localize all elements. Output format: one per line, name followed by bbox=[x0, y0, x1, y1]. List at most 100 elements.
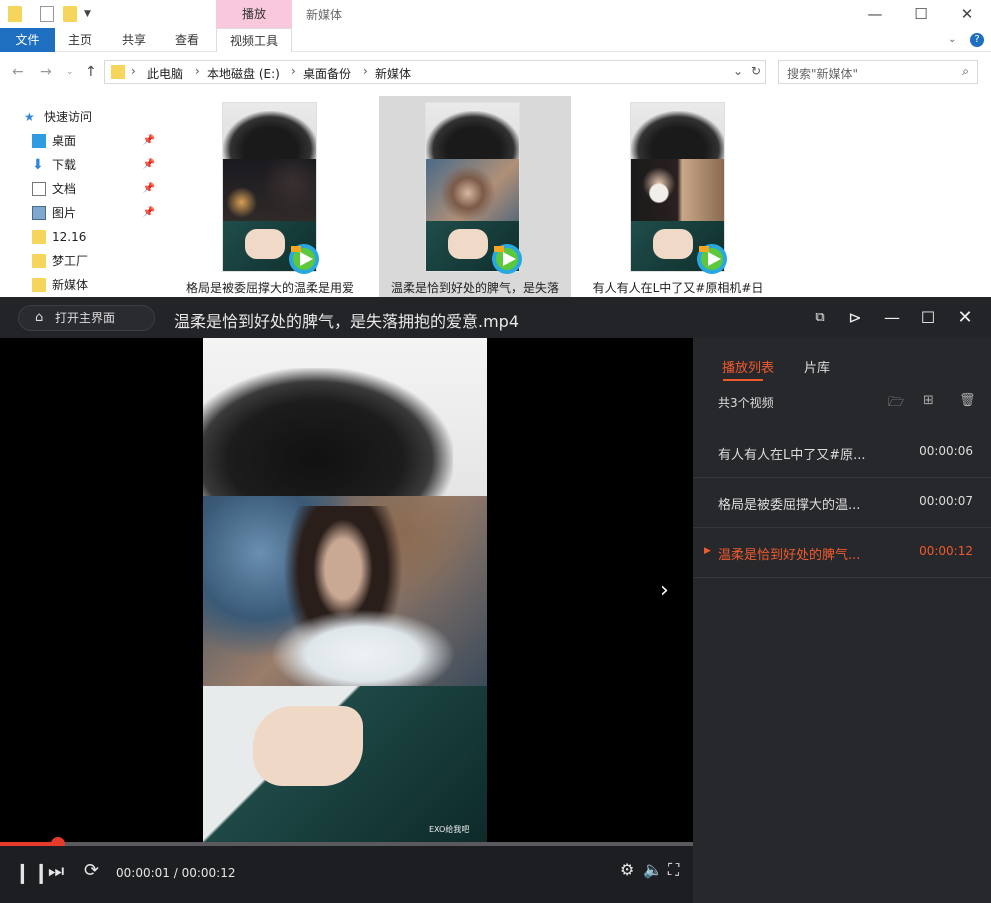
tab-library[interactable]: 片库 bbox=[804, 357, 830, 376]
tab-home[interactable]: 主页 bbox=[68, 28, 92, 52]
open-home-label: 打开主界面 bbox=[55, 311, 116, 325]
folder-icon bbox=[32, 254, 46, 268]
folder-icon[interactable] bbox=[8, 6, 22, 22]
pin-icon: 📌 bbox=[142, 159, 155, 170]
search-field[interactable]: 搜索"新媒体" ⌕ bbox=[778, 60, 978, 84]
sidebar-item-documents[interactable]: 文档 📌 bbox=[32, 179, 157, 199]
maximize-button[interactable]: ☐ bbox=[898, 0, 944, 28]
tab-underline bbox=[723, 379, 763, 381]
refresh-icon[interactable]: ↻ bbox=[751, 64, 761, 78]
file-item[interactable]: 有人有人在L中了又#原相机#日 bbox=[582, 96, 774, 301]
add-file-icon[interactable]: ⊞ bbox=[923, 393, 934, 408]
desktop-icon bbox=[32, 134, 46, 148]
star-icon: ★ bbox=[24, 110, 35, 124]
video-player-icon bbox=[492, 244, 522, 274]
folder-icon bbox=[32, 278, 46, 292]
file-name: 有人有人在L中了又#原相机#日 bbox=[592, 281, 764, 295]
file-name: 格局是被委屈撑大的温柔是用爱 bbox=[185, 281, 354, 295]
pin-icon: 📌 bbox=[142, 207, 155, 218]
search-icon[interactable]: ⌕ bbox=[962, 64, 969, 79]
maximize-icon[interactable]: ☐ bbox=[918, 308, 938, 328]
download-icon: ⬇ bbox=[32, 157, 44, 173]
file-item-selected[interactable]: 温柔是恰到好处的脾气，是失落 bbox=[379, 96, 571, 301]
file-item[interactable]: 格局是被委屈撑大的温柔是用爱 bbox=[174, 96, 366, 301]
properties-icon[interactable] bbox=[40, 6, 54, 22]
video-frame-hand: EXO给我吧 bbox=[203, 686, 487, 842]
sidebar-item-12-16[interactable]: 12.16 bbox=[32, 227, 157, 247]
video-player-icon bbox=[289, 244, 319, 274]
sidebar-item-downloads[interactable]: ⬇ 下载 📌 bbox=[32, 155, 157, 175]
minimize-button[interactable]: — bbox=[852, 0, 898, 28]
expand-ribbon-icon[interactable]: ⌄ bbox=[948, 28, 956, 52]
fullscreen-icon[interactable]: ⛶ bbox=[668, 860, 679, 880]
address-bar-row: ← → ⌄ ↑ › 此电脑 › 本地磁盘 (E:) › 桌面备份 › 新媒体 ⌄… bbox=[0, 56, 991, 88]
back-icon[interactable]: ← bbox=[12, 64, 24, 80]
video-player-window: ⌂ 打开主界面 温柔是恰到好处的脾气，是失落拥抱的爱意.mp4 ⧉ ⊳ — ☐ … bbox=[0, 297, 991, 903]
tab-view[interactable]: 查看 bbox=[175, 28, 199, 52]
video-canvas[interactable]: EXO给我吧 › bbox=[0, 338, 693, 842]
ribbon-tabs: 文件 主页 共享 查看 视频工具 ⌄ ? bbox=[0, 28, 991, 52]
search-placeholder: 搜索"新媒体" bbox=[787, 67, 859, 81]
chevron-right-icon: › bbox=[195, 64, 200, 78]
sidebar-item-new-media[interactable]: 新媒体 bbox=[32, 275, 157, 295]
next-track-icon[interactable]: ⏭ bbox=[48, 861, 64, 882]
playlist-panel: 播放列表 片库 共3个视频 🗁 ⊞ 🗑 有人有人在L中了又#原... 00:00… bbox=[693, 338, 991, 903]
tab-share[interactable]: 共享 bbox=[122, 28, 146, 52]
open-folder-icon[interactable]: 🗁 bbox=[888, 393, 904, 415]
loop-icon[interactable]: ⟳ bbox=[84, 860, 99, 881]
address-field[interactable]: › 此电脑 › 本地磁盘 (E:) › 桌面备份 › 新媒体 ⌄ ↻ bbox=[104, 60, 766, 84]
pin-icon: 📌 bbox=[142, 135, 155, 146]
breadcrumb-item[interactable]: 此电脑 bbox=[147, 65, 183, 82]
breadcrumb-item[interactable]: 桌面备份 bbox=[303, 65, 351, 82]
playlist-item[interactable]: 格局是被委屈撑大的温... 00:00:07 bbox=[693, 478, 991, 528]
folder-icon bbox=[32, 230, 46, 244]
document-icon bbox=[32, 182, 46, 196]
context-tab-play: 播放 bbox=[216, 0, 292, 28]
video-frame-hair bbox=[203, 338, 487, 498]
sidebar-item-dream-factory[interactable]: 梦工厂 bbox=[32, 251, 157, 271]
settings-icon[interactable]: ⚙ bbox=[620, 860, 634, 879]
player-title-bar: ⌂ 打开主界面 温柔是恰到好处的脾气，是失落拥抱的爱意.mp4 ⧉ ⊳ — ☐ … bbox=[0, 297, 991, 339]
explorer-title-bar: ▼ 播放 新媒体 — ☐ ✕ bbox=[0, 0, 991, 28]
chevron-right-icon: › bbox=[131, 64, 136, 78]
player-title: 温柔是恰到好处的脾气，是失落拥抱的爱意.mp4 bbox=[174, 312, 520, 331]
playlist-item[interactable]: 有人有人在L中了又#原... 00:00:06 bbox=[693, 428, 991, 478]
video-player-icon bbox=[697, 244, 727, 274]
sidebar-item-pictures[interactable]: 图片 📌 bbox=[32, 203, 157, 223]
picture-icon bbox=[32, 206, 46, 220]
volume-icon[interactable]: 🔈 bbox=[643, 860, 663, 879]
open-home-button[interactable]: ⌂ 打开主界面 bbox=[18, 305, 155, 331]
playback-controls: ❙❙ ⏭ ⟳ 00:00:01 / 00:00:12 ⚙ 🔈 ⛶ bbox=[0, 846, 693, 903]
video-frame-girl bbox=[203, 496, 487, 686]
tab-video-tools[interactable]: 视频工具 bbox=[216, 28, 292, 52]
pin-on-top-icon[interactable]: ⊳ bbox=[845, 308, 865, 328]
screen-mode-icon[interactable]: ⧉ bbox=[810, 308, 830, 328]
navigation-pane: ★ 快速访问 桌面 📌 ⬇ 下载 📌 文档 📌 图片 📌 12.16 梦工厂 新… bbox=[0, 100, 160, 300]
close-button[interactable]: ✕ bbox=[944, 0, 990, 28]
quick-access[interactable]: ★ 快速访问 bbox=[24, 107, 149, 127]
customize-toolbar-icon[interactable]: ▼ bbox=[84, 9, 98, 25]
tab-file[interactable]: 文件 bbox=[0, 28, 55, 52]
chevron-down-icon[interactable]: ⌄ bbox=[733, 64, 743, 78]
pause-icon[interactable]: ❙❙ bbox=[14, 860, 52, 884]
minimize-icon[interactable]: — bbox=[882, 308, 902, 328]
playlist-item-active[interactable]: ▶ 温柔是恰到好处的脾气... 00:00:12 bbox=[693, 528, 991, 578]
breadcrumb-item[interactable]: 本地磁盘 (E:) bbox=[207, 65, 280, 82]
playing-indicator-icon: ▶ bbox=[704, 546, 711, 556]
video-frame: EXO给我吧 bbox=[203, 338, 487, 842]
tab-playlist[interactable]: 播放列表 bbox=[722, 357, 774, 376]
time-display: 00:00:01 / 00:00:12 bbox=[116, 866, 236, 880]
forward-icon[interactable]: → bbox=[40, 64, 52, 80]
watermark: EXO给我吧 bbox=[429, 825, 470, 834]
close-icon[interactable]: ✕ bbox=[955, 308, 975, 328]
breadcrumb-item[interactable]: 新媒体 bbox=[375, 65, 411, 82]
recent-dropdown-icon[interactable]: ⌄ bbox=[66, 67, 74, 77]
trash-icon[interactable]: 🗑 bbox=[959, 393, 976, 408]
new-folder-icon[interactable] bbox=[63, 6, 77, 22]
next-arrow-icon[interactable]: › bbox=[660, 578, 669, 603]
up-icon[interactable]: ↑ bbox=[85, 64, 97, 80]
sidebar-item-desktop[interactable]: 桌面 📌 bbox=[32, 131, 157, 151]
help-icon[interactable]: ? bbox=[970, 33, 984, 47]
chevron-right-icon: › bbox=[291, 64, 296, 78]
pin-icon: 📌 bbox=[142, 183, 155, 194]
